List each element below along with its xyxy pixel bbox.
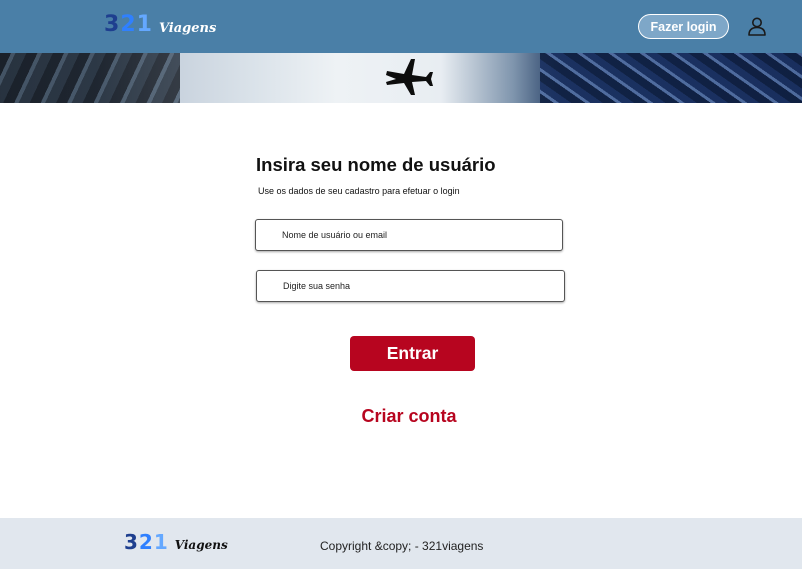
footer-logo-digit-2: 2 [138,530,154,554]
username-placeholder: Nome de usuário ou email [282,230,388,240]
user-icon[interactable] [747,16,767,36]
banner-building-right [540,53,802,103]
footer-logo-word: Viagens [174,538,228,552]
footer-logo: 321 Viagens [124,532,228,552]
top-header: 321 Viagens Fazer login [0,0,802,53]
username-input[interactable]: Nome de usuário ou email [255,219,563,251]
password-input[interactable]: Digite sua senha [256,270,565,302]
brand-logo[interactable]: 321 Viagens [104,14,216,36]
footer-logo-digits: 321 [124,532,169,552]
logo-digits: 321 [104,14,153,36]
logo-digit-3: 3 [104,12,121,37]
hero-banner [0,53,802,103]
login-button[interactable]: Fazer login [638,14,729,39]
footer-logo-digit-1: 1 [153,530,169,554]
footer-logo-digit-3: 3 [124,530,139,554]
password-placeholder: Digite sua senha [283,281,351,291]
airplane-icon [386,59,433,95]
page-subtitle: Use os dados de seu cadastro para efetua… [258,186,460,196]
create-account-link[interactable]: Criar conta [350,406,468,427]
page-title: Insira seu nome de usuário [256,154,496,175]
submit-button[interactable]: Entrar [350,336,475,371]
logo-digit-2: 2 [120,12,137,37]
banner-building-left [0,53,180,103]
logo-digit-1: 1 [136,12,153,37]
copyright-text: Copyright &copy; - 321viagens [320,539,484,553]
logo-word: Viagens [158,21,217,36]
footer: 321 Viagens Copyright &copy; - 321viagen… [0,518,802,569]
